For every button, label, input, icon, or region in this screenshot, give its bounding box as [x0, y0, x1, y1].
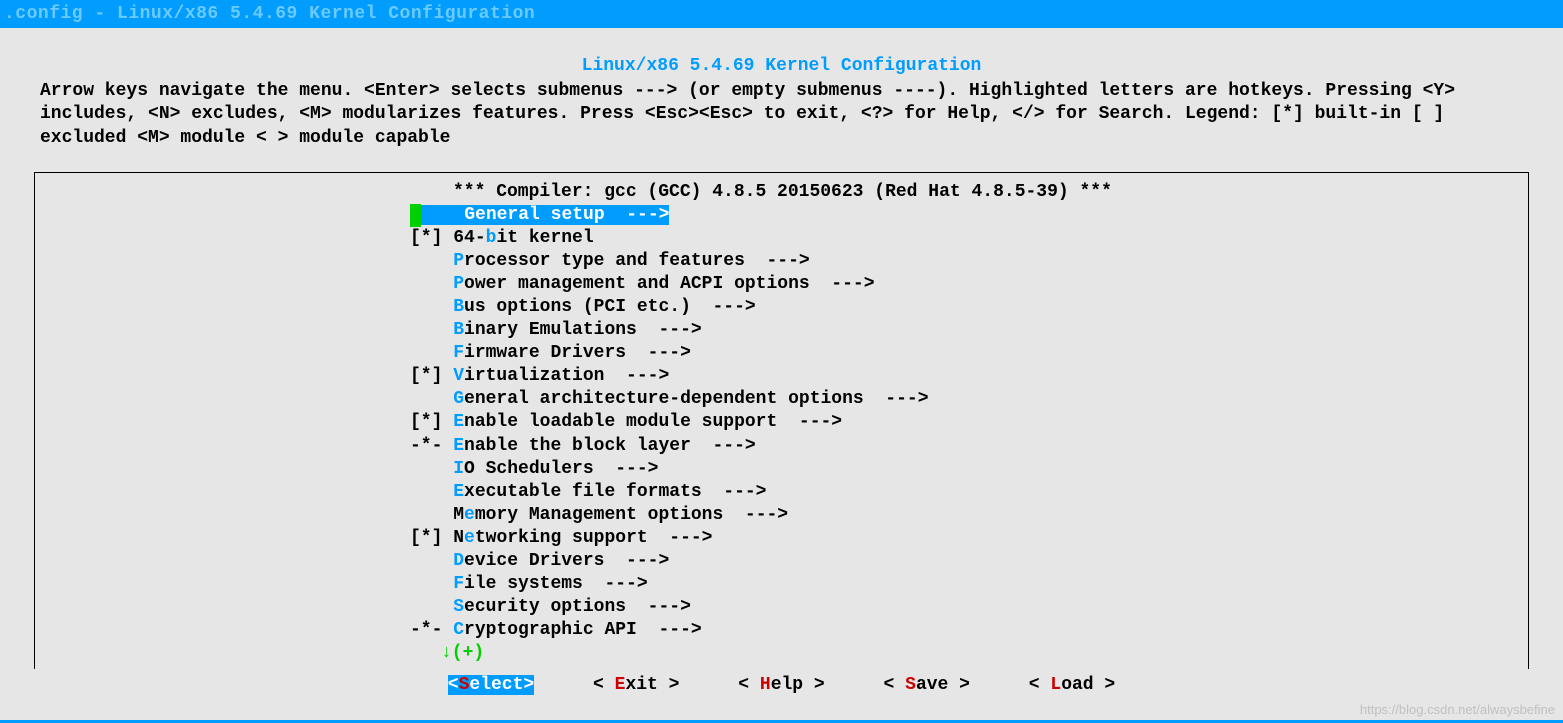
menu-item[interactable]: [*] Networking support ---> [35, 527, 1528, 550]
menu-item[interactable]: -*- Enable the block layer ---> [35, 435, 1528, 458]
hotkey: E [453, 436, 464, 456]
title-bar: .config - Linux/x86 5.4.69 Kernel Config… [0, 0, 1563, 28]
menu-item[interactable]: General architecture-dependent options -… [35, 388, 1528, 411]
hotkey: P [453, 274, 464, 294]
hotkey: E [453, 412, 464, 432]
menu-item[interactable]: Device Drivers ---> [35, 550, 1528, 573]
menu-list: General setup --->[*] 64-bit kernel Proc… [35, 204, 1528, 642]
menu-item[interactable]: General setup ---> [35, 204, 1528, 227]
menu-item[interactable]: IO Schedulers ---> [35, 458, 1528, 481]
help-text: Arrow keys navigate the menu. <Enter> se… [0, 78, 1563, 152]
menu-item[interactable]: Bus options (PCI etc.) ---> [35, 296, 1528, 319]
menu-box[interactable]: *** Compiler: gcc (GCC) 4.8.5 20150623 (… [34, 172, 1529, 669]
selected-label: General setup ---> [421, 205, 669, 225]
menu-item[interactable]: Power management and ACPI options ---> [35, 273, 1528, 296]
menu-item[interactable]: File systems ---> [35, 573, 1528, 596]
config-header: Linux/x86 5.4.69 Kernel Configuration Ar… [0, 28, 1563, 154]
hotkey: P [453, 251, 464, 271]
hotkey: F [453, 343, 464, 363]
hotkey: C [453, 620, 464, 640]
exit-button[interactable]: < Exit > [593, 675, 679, 695]
hotkey: b [486, 228, 497, 248]
menu-item[interactable]: [*] Enable loadable module support ---> [35, 411, 1528, 434]
menu-item[interactable]: -*- Cryptographic API ---> [35, 619, 1528, 642]
hotkey: F [453, 574, 464, 594]
menu-item[interactable]: Firmware Drivers ---> [35, 342, 1528, 365]
button-bar: <Select> < Exit > < Help > < Save > < Lo… [0, 671, 1563, 699]
select-button[interactable]: <Select> [448, 675, 534, 695]
hotkey: V [453, 366, 464, 386]
menu-item[interactable]: Binary Emulations ---> [35, 319, 1528, 342]
menu-item[interactable]: [*] 64-bit kernel [35, 227, 1528, 250]
more-indicator: ↓(+) [35, 642, 1528, 665]
hotkey: I [453, 459, 464, 479]
hotkey: D [453, 551, 464, 571]
help-button[interactable]: < Help > [738, 675, 824, 695]
menu-item[interactable]: [*] Virtualization ---> [35, 365, 1528, 388]
hotkey: B [453, 320, 464, 340]
load-button[interactable]: < Load > [1029, 675, 1115, 695]
hotkey: B [453, 297, 464, 317]
watermark: https://blog.csdn.net/alwaysbefine [1360, 702, 1555, 717]
hotkey: e [464, 528, 475, 548]
hotkey: G [464, 205, 475, 225]
hotkey: S [453, 597, 464, 617]
menu-item[interactable]: Processor type and features ---> [35, 250, 1528, 273]
menu-item[interactable]: Security options ---> [35, 596, 1528, 619]
hotkey: G [453, 389, 464, 409]
hotkey: e [464, 505, 475, 525]
menu-item[interactable]: Memory Management options ---> [35, 504, 1528, 527]
cursor-icon [410, 204, 421, 227]
config-title: Linux/x86 5.4.69 Kernel Configuration [0, 54, 1563, 78]
title-text: .config - Linux/x86 5.4.69 Kernel Config… [4, 4, 535, 24]
compiler-info: *** Compiler: gcc (GCC) 4.8.5 20150623 (… [35, 181, 1528, 204]
menu-item[interactable]: Executable file formats ---> [35, 481, 1528, 504]
hotkey: E [453, 482, 464, 502]
save-button[interactable]: < Save > [884, 675, 970, 695]
